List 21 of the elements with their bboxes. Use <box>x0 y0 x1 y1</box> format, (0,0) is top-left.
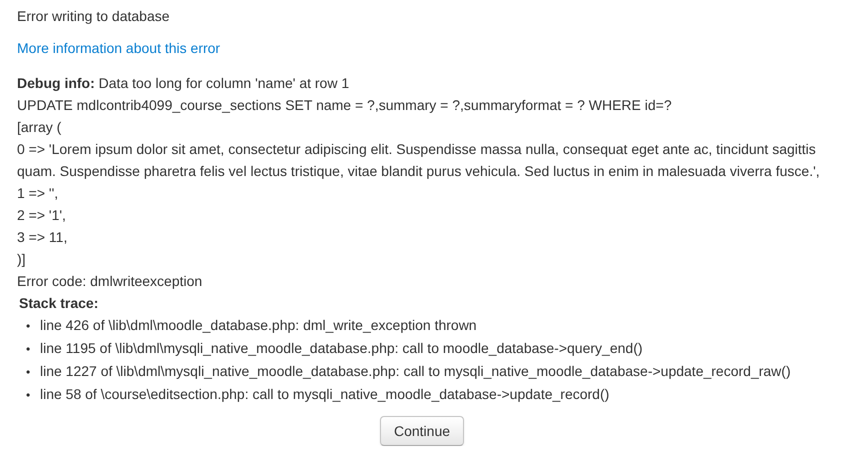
stack-trace-item: line 1195 of \lib\dml\mysqli_native_moodle_database.php: call to moodle_database->query_end() <box>40 339 643 358</box>
debug-info-text: Debug info: Data too long for column 'name' at row 1 <box>17 74 350 93</box>
continue-button[interactable]: Continue <box>380 416 464 446</box>
stack-trace-item: line 426 of \lib\dml\moodle_database.php: dml_write_exception thrown <box>40 316 477 335</box>
debug-line: 3 => 11, <box>17 228 68 247</box>
stack-trace-item: line 58 of \course\editsection.php: call to mysqli_native_moodle_database->update_record() <box>40 385 610 404</box>
bullet: • <box>26 341 32 358</box>
bullet: • <box>26 364 32 381</box>
bullet: • <box>26 387 32 404</box>
stack-trace-item: line 1227 of \lib\dml\mysqli_native_moodle_database.php: call to mysqli_native_moodle_database->update_record_raw() <box>40 362 791 381</box>
debug-line: 2 => '1', <box>17 206 67 225</box>
stack-trace-heading: Stack trace: <box>19 294 100 313</box>
debug-line: 0 => 'Lorem ipsum dolor sit amet, consectetur adipiscing elit. Suspendisse massa nulla, consequat eget ante ac, tincidunt sagittis quam. Suspendisse pharetra felis vel lectus tristique, vitae blandit purus vehicula. Sed luctus in enim in malesuada viverra fusce.', <box>17 140 821 181</box>
debug-line: )] <box>17 250 27 269</box>
debug-line: UPDATE mdlcontrib4099_course_sections SET name = ?,summary = ?,summaryformat = ? WHERE id=? <box>17 96 673 115</box>
more-info-link[interactable]: More information about this error <box>17 38 220 58</box>
bullet: • <box>26 318 32 335</box>
debug-line: Error code: dmlwriteexception <box>17 272 204 291</box>
error-title: Error writing to database <box>17 7 171 26</box>
debug-line: [array ( <box>17 118 62 137</box>
debug-line: 1 => '', <box>17 184 60 203</box>
